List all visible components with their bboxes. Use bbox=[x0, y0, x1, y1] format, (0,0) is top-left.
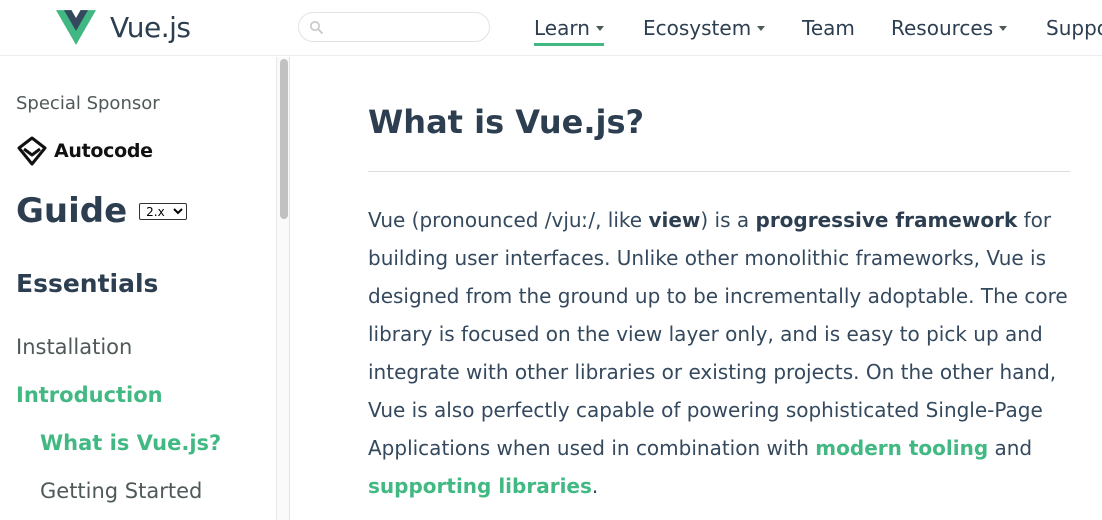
para-text: and bbox=[988, 436, 1033, 460]
page-title: What is Vue.js? bbox=[368, 103, 645, 141]
nav-resources-label: Resources bbox=[891, 16, 994, 40]
sidebar: Special Sponsor Autocode Guide 2.x Essen… bbox=[0, 57, 290, 520]
nav-support[interactable]: Support bbox=[1046, 0, 1102, 56]
para-text: . bbox=[591, 474, 599, 498]
para-bold-view: view bbox=[648, 208, 701, 232]
logo-text: Vue.js bbox=[110, 11, 191, 44]
sponsor-label: Special Sponsor bbox=[16, 93, 160, 114]
caret-down-icon bbox=[757, 25, 766, 31]
modern-tooling-link[interactable]: modern tooling bbox=[815, 436, 988, 460]
search-icon bbox=[310, 21, 323, 34]
nav-team[interactable]: Team bbox=[802, 0, 855, 56]
nav-learn-label: Learn bbox=[534, 16, 590, 40]
sidebar-subitem-getting-started[interactable]: Getting Started bbox=[40, 479, 202, 503]
caret-down-icon bbox=[999, 25, 1008, 31]
top-navbar: Vue.js Learn Ecosystem Team Resources Su… bbox=[0, 0, 1102, 56]
sponsor-name: Autocode bbox=[54, 140, 153, 162]
sidebar-scrollbar-thumb[interactable] bbox=[280, 59, 288, 219]
nav-team-label: Team bbox=[802, 16, 855, 40]
nav-ecosystem-label: Ecosystem bbox=[643, 16, 752, 40]
para-text: ) is a bbox=[700, 208, 756, 232]
guide-header: Guide 2.x bbox=[16, 191, 188, 231]
search-input[interactable] bbox=[298, 12, 490, 42]
nav-support-label: Support bbox=[1046, 16, 1102, 40]
guide-title: Guide bbox=[16, 191, 128, 231]
vue-logo-icon bbox=[56, 10, 96, 45]
intro-paragraph: Vue (pronounced /vjuː/, like view) is a … bbox=[368, 201, 1070, 505]
sidebar-item-introduction[interactable]: Introduction bbox=[16, 383, 163, 407]
para-text: Vue (pronounced /vjuː/, like bbox=[368, 208, 649, 232]
nav-ecosystem[interactable]: Ecosystem bbox=[643, 0, 766, 56]
logo-link[interactable]: Vue.js bbox=[56, 10, 191, 45]
version-select[interactable]: 2.x bbox=[139, 202, 188, 220]
caret-down-icon bbox=[595, 25, 604, 31]
para-bold-progressive: progressive framework bbox=[755, 208, 1018, 232]
sidebar-subitem-what-is[interactable]: What is Vue.js? bbox=[40, 431, 221, 455]
nav-learn[interactable]: Learn bbox=[534, 0, 604, 56]
section-title: Essentials bbox=[16, 269, 159, 298]
autocode-logo-icon bbox=[17, 136, 47, 166]
sponsor-link[interactable]: Autocode bbox=[16, 136, 153, 166]
nav-resources[interactable]: Resources bbox=[891, 0, 1008, 56]
sidebar-item-installation[interactable]: Installation bbox=[16, 335, 132, 359]
title-divider bbox=[368, 171, 1070, 172]
para-text: for building user interfaces. Unlike oth… bbox=[368, 208, 1068, 460]
supporting-libraries-link[interactable]: supporting libraries bbox=[368, 474, 592, 498]
